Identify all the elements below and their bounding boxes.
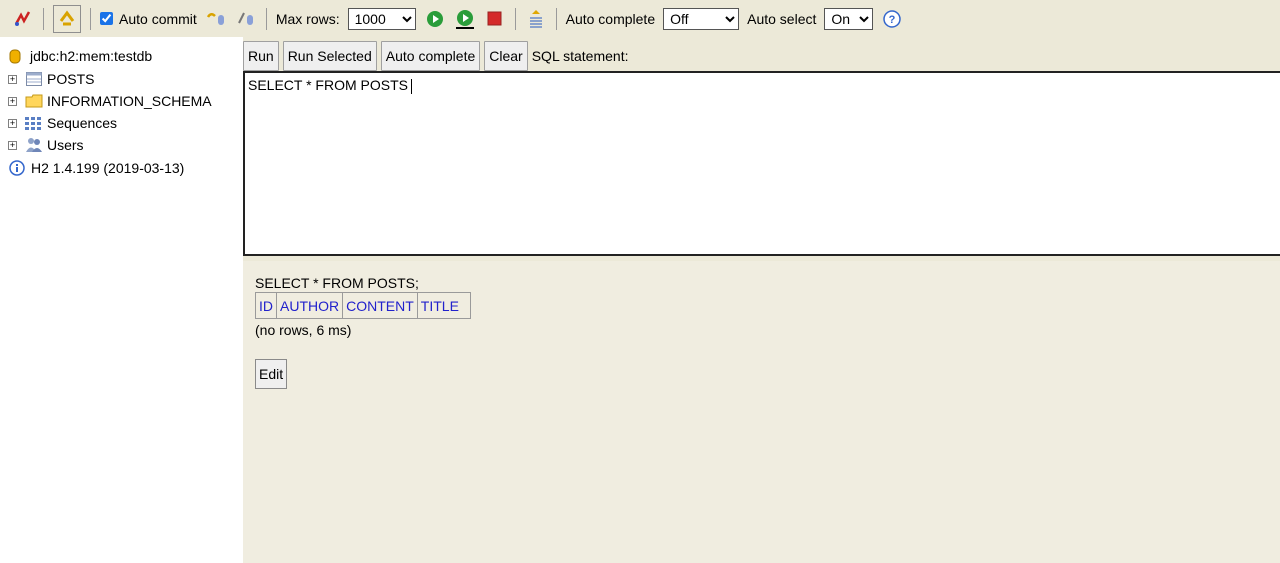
max-rows-select[interactable]: 1000 bbox=[347, 7, 416, 30]
help-symbol: ? bbox=[889, 14, 896, 26]
sql-statement-label: SQL statement: bbox=[531, 48, 629, 64]
auto-complete-button[interactable]: Auto complete bbox=[380, 41, 481, 71]
schema-tree: jdbc:h2:mem:testdb + POSTS + INFORMATION… bbox=[0, 37, 243, 563]
tree-version: H2 1.4.199 (2019-03-13) bbox=[8, 158, 184, 178]
sql-editor[interactable]: SELECT * FROM POSTS bbox=[243, 71, 1280, 256]
result-panel: SELECT * FROM POSTS; ID AUTHOR CONTENT T… bbox=[243, 261, 1280, 563]
expand-icon[interactable]: + bbox=[8, 140, 17, 150]
connection-label: jdbc:h2:mem:testdb bbox=[30, 48, 153, 64]
auto-select-label: Auto select bbox=[747, 10, 817, 27]
toolbar-separator bbox=[90, 7, 91, 30]
toolbar-separator bbox=[265, 7, 267, 30]
folder-icon bbox=[25, 93, 43, 109]
tree-item-information-schema[interactable]: + INFORMATION_SCHEMA bbox=[8, 91, 212, 111]
disconnect-icon[interactable] bbox=[12, 8, 34, 30]
refresh-button[interactable] bbox=[53, 4, 81, 33]
tree-item-label: INFORMATION_SCHEMA bbox=[47, 93, 212, 109]
column-header-content[interactable]: CONTENT bbox=[342, 292, 418, 319]
toolbar-separator bbox=[555, 7, 557, 30]
tree-item-label: POSTS bbox=[47, 71, 95, 87]
result-info: (no rows, 6 ms) bbox=[255, 322, 352, 338]
result-statement: SELECT * FROM POSTS; bbox=[255, 275, 419, 291]
table-icon bbox=[25, 71, 43, 87]
history-icon[interactable] bbox=[525, 8, 547, 30]
expand-icon[interactable]: + bbox=[8, 118, 17, 128]
tree-item-label: Users bbox=[47, 137, 84, 153]
run-selected-button[interactable]: Run Selected bbox=[282, 41, 377, 71]
toolbar: Auto commit Max rows: 1000 Auto complete… bbox=[0, 0, 1280, 37]
column-header-id[interactable]: ID bbox=[255, 292, 277, 319]
tree-item-label: Sequences bbox=[47, 115, 118, 131]
toolbar-separator bbox=[514, 7, 516, 30]
sequences-icon bbox=[25, 115, 43, 131]
auto-select-select[interactable]: On bbox=[824, 7, 874, 30]
commit-icon[interactable] bbox=[235, 8, 257, 30]
auto-commit-label: Auto commit bbox=[119, 10, 197, 27]
edit-button[interactable]: Edit bbox=[255, 359, 288, 389]
help-icon[interactable]: ? bbox=[881, 8, 903, 30]
auto-complete-label: Auto complete bbox=[565, 10, 656, 27]
sql-text: SELECT * FROM POSTS bbox=[248, 77, 408, 93]
tree-item-users[interactable]: + Users bbox=[8, 135, 84, 155]
toolbar-separator bbox=[43, 7, 44, 30]
run-icon[interactable] bbox=[424, 8, 446, 30]
run-button[interactable]: Run bbox=[243, 41, 279, 71]
expand-icon[interactable]: + bbox=[8, 74, 17, 84]
tree-item-posts[interactable]: + POSTS bbox=[8, 69, 94, 89]
column-header-title[interactable]: TITLE bbox=[416, 292, 471, 319]
auto-commit-checkbox[interactable] bbox=[100, 12, 113, 25]
clear-button[interactable]: Clear bbox=[484, 41, 528, 71]
column-header-author[interactable]: AUTHOR bbox=[275, 292, 344, 319]
text-caret bbox=[411, 78, 412, 94]
version-label: H2 1.4.199 (2019-03-13) bbox=[31, 160, 185, 176]
stop-icon[interactable] bbox=[484, 8, 506, 30]
tree-item-sequences[interactable]: + Sequences bbox=[8, 113, 117, 133]
info-icon bbox=[8, 160, 26, 176]
result-header-row: ID AUTHOR CONTENT TITLE bbox=[255, 292, 471, 319]
tree-connection[interactable]: jdbc:h2:mem:testdb bbox=[8, 46, 152, 66]
expand-icon[interactable]: + bbox=[8, 96, 17, 106]
result-table: ID AUTHOR CONTENT TITLE bbox=[255, 292, 471, 319]
rollback-icon[interactable] bbox=[205, 8, 227, 30]
run-selected-icon[interactable] bbox=[454, 8, 476, 30]
database-icon bbox=[8, 48, 22, 64]
query-button-bar: Run Run Selected Auto complete Clear SQL… bbox=[243, 41, 628, 71]
auto-complete-select[interactable]: Off bbox=[663, 7, 740, 30]
max-rows-label: Max rows: bbox=[275, 10, 340, 27]
users-icon bbox=[25, 137, 43, 153]
query-panel: Run Run Selected Auto complete Clear SQL… bbox=[243, 37, 1280, 261]
